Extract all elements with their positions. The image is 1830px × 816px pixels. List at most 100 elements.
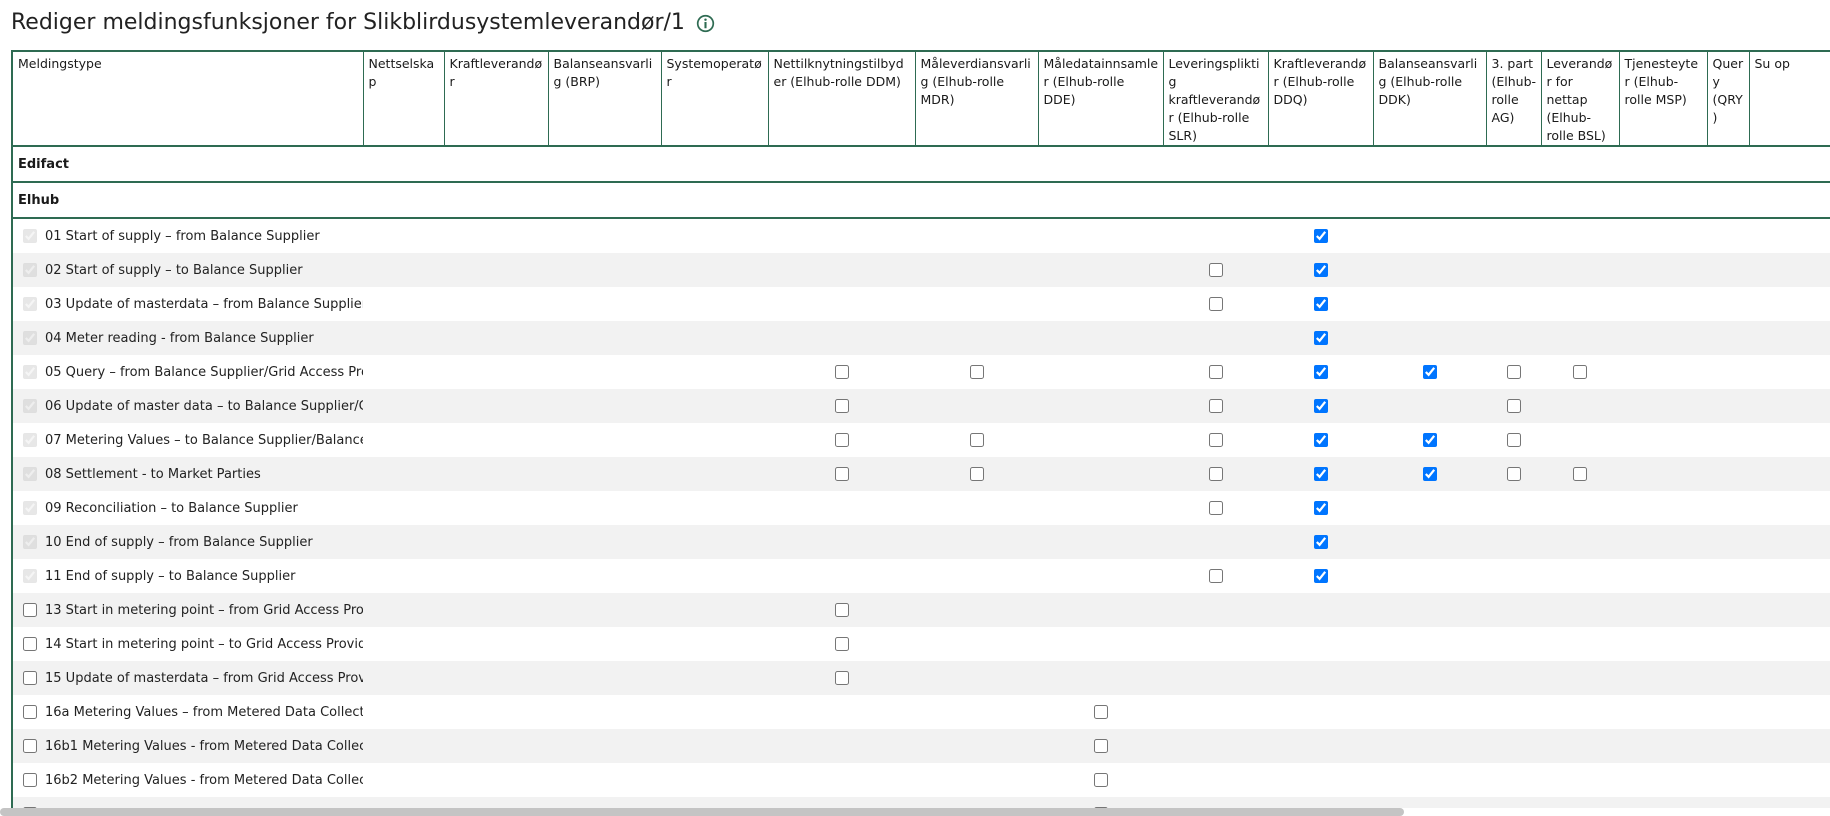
role-checkbox[interactable]	[1093, 739, 1108, 753]
role-cell	[1163, 593, 1268, 627]
role-cell	[1373, 729, 1486, 763]
table-row: 11 End of supply – to Balance Supplier	[13, 559, 1830, 593]
role-checkbox[interactable]	[1208, 501, 1223, 515]
role-checkbox[interactable]	[834, 637, 849, 651]
role-checkbox[interactable]	[1422, 467, 1437, 481]
message-type-label: 15 Update of masterdata – from Grid Acce…	[45, 670, 363, 686]
table-row: 16b2 Metering Values - from Metered Data…	[13, 763, 1830, 797]
role-cell	[1373, 661, 1486, 695]
role-cell	[1707, 627, 1749, 661]
role-cell	[661, 695, 768, 729]
role-checkbox[interactable]	[1506, 399, 1521, 413]
message-type-checkbox	[23, 331, 37, 345]
role-cell	[363, 389, 444, 423]
role-checkbox[interactable]	[834, 365, 849, 379]
role-checkbox[interactable]	[1313, 569, 1328, 583]
role-cell	[1486, 355, 1541, 389]
role-checkbox[interactable]	[1313, 297, 1328, 311]
role-cell	[1373, 559, 1486, 593]
role-checkbox[interactable]	[1506, 433, 1521, 447]
message-type-label: 09 Reconciliation – to Balance Supplier	[45, 500, 298, 516]
message-type-checkbox[interactable]	[23, 773, 37, 787]
role-cell	[1486, 559, 1541, 593]
role-checkbox[interactable]	[1208, 263, 1223, 277]
role-checkbox[interactable]	[1313, 399, 1328, 413]
role-cell	[915, 287, 1038, 321]
role-cell	[1707, 729, 1749, 763]
role-cell	[1486, 491, 1541, 525]
role-checkbox[interactable]	[1208, 433, 1223, 447]
role-checkbox[interactable]	[1506, 365, 1521, 379]
role-checkbox[interactable]	[834, 671, 849, 685]
role-cell	[363, 797, 444, 808]
role-cell	[1707, 457, 1749, 491]
role-cell	[363, 627, 444, 661]
role-checkbox[interactable]	[1208, 569, 1223, 583]
role-cell	[548, 525, 661, 559]
role-checkbox[interactable]	[834, 399, 849, 413]
role-checkbox[interactable]	[1313, 467, 1328, 481]
role-checkbox[interactable]	[1573, 467, 1587, 481]
role-checkbox[interactable]	[834, 433, 849, 447]
role-cell	[1163, 423, 1268, 457]
role-cell	[1268, 389, 1373, 423]
role-checkbox[interactable]	[969, 433, 984, 447]
role-cell	[1163, 627, 1268, 661]
message-type-checkbox[interactable]	[23, 671, 37, 685]
message-type-checkbox[interactable]	[23, 739, 37, 753]
role-checkbox[interactable]	[969, 467, 984, 481]
role-checkbox[interactable]	[834, 467, 849, 481]
role-checkbox[interactable]	[1313, 331, 1328, 345]
role-cell	[661, 661, 768, 695]
role-checkbox[interactable]	[1313, 365, 1328, 379]
message-functions-table-container[interactable]: Meldingstype Nettselskap Kraftleverandør Ba…	[11, 50, 1830, 808]
role-checkbox[interactable]	[1313, 535, 1328, 549]
message-type-checkbox[interactable]	[23, 603, 37, 617]
role-checkbox[interactable]	[1313, 433, 1328, 447]
role-checkbox[interactable]	[1208, 365, 1223, 379]
role-checkbox[interactable]	[1093, 705, 1108, 719]
message-type-cell: 06 Update of master data – to Balance Su…	[13, 389, 363, 423]
role-checkbox[interactable]	[1506, 467, 1521, 481]
message-type-checkbox[interactable]	[23, 705, 37, 719]
role-cell	[1038, 797, 1163, 808]
message-type-label: 14 Start in metering point – to Grid Acc…	[45, 636, 363, 652]
role-cell	[1619, 627, 1707, 661]
role-cell	[363, 287, 444, 321]
horizontal-scrollbar[interactable]	[0, 808, 1404, 816]
role-cell	[661, 457, 768, 491]
message-type-label: 01 Start of supply – from Balance Suppli…	[45, 228, 320, 244]
role-cell	[768, 423, 915, 457]
role-checkbox[interactable]	[1313, 501, 1328, 515]
role-checkbox[interactable]	[1313, 263, 1328, 277]
role-cell	[1268, 457, 1373, 491]
role-cell	[548, 287, 661, 321]
role-checkbox[interactable]	[1313, 229, 1328, 243]
role-checkbox[interactable]	[1208, 399, 1223, 413]
role-checkbox[interactable]	[969, 365, 984, 379]
role-checkbox[interactable]	[1422, 365, 1437, 379]
column-header-role: Kraftleverandør	[444, 50, 549, 147]
role-checkbox[interactable]	[1573, 365, 1587, 379]
role-cell	[1707, 661, 1749, 695]
info-circle-icon[interactable]	[696, 14, 715, 33]
message-type-checkbox[interactable]	[23, 637, 37, 651]
role-checkbox[interactable]	[1208, 467, 1223, 481]
message-type-checkbox	[23, 433, 37, 447]
role-cell	[1619, 287, 1707, 321]
role-cell	[1163, 559, 1268, 593]
role-checkbox[interactable]	[1208, 297, 1223, 311]
role-cell	[915, 729, 1038, 763]
role-checkbox[interactable]	[1422, 433, 1437, 447]
role-cell	[1541, 457, 1619, 491]
role-cell	[1749, 729, 1830, 763]
group-row-elhub: Elhub	[13, 182, 1830, 219]
role-cell	[444, 321, 548, 355]
role-cell	[1373, 695, 1486, 729]
role-cell	[661, 525, 768, 559]
role-cell	[1163, 287, 1268, 321]
role-cell	[1373, 218, 1486, 253]
role-checkbox[interactable]	[1093, 773, 1108, 787]
column-header-role: Nettselskap	[363, 50, 445, 147]
role-checkbox[interactable]	[834, 603, 849, 617]
